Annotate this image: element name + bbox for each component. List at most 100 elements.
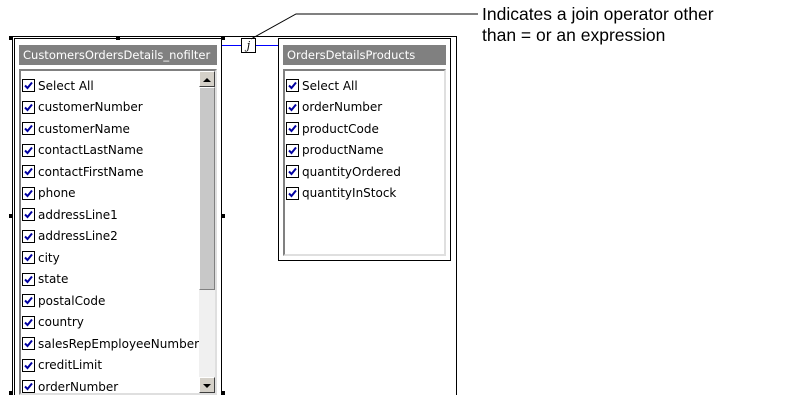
list-item-label: customerName xyxy=(38,121,130,136)
checkbox[interactable] xyxy=(22,358,35,372)
checkbox[interactable] xyxy=(22,229,35,243)
checkmark-icon xyxy=(24,318,33,327)
checkbox[interactable] xyxy=(22,272,35,286)
checkmark-icon xyxy=(24,103,33,112)
list-item-label: addressLine1 xyxy=(38,207,118,222)
left-table-title[interactable]: CustomersOrdersDetails_nofilter xyxy=(19,45,217,65)
list-item-label: productName xyxy=(302,143,384,158)
right-table-items: Select All orderNumber productCode productN… xyxy=(286,75,444,204)
list-item-label: addressLine2 xyxy=(38,229,118,244)
checkmark-icon xyxy=(288,146,297,155)
resize-handle-mid-right[interactable] xyxy=(221,214,225,218)
list-item[interactable]: orderNumber xyxy=(286,97,444,119)
checkbox[interactable] xyxy=(22,100,35,114)
list-item[interactable]: postalCode xyxy=(22,290,215,312)
resize-handle-top-left[interactable] xyxy=(9,36,13,40)
checkbox[interactable] xyxy=(22,315,35,329)
scroll-thumb[interactable] xyxy=(199,87,215,290)
list-item-label: Select All xyxy=(38,78,94,93)
checkmark-icon xyxy=(24,297,33,305)
arrow-up-icon xyxy=(203,78,211,82)
checkbox[interactable] xyxy=(22,251,35,265)
resize-handle-top-mid[interactable] xyxy=(116,36,120,40)
scroll-down-button[interactable] xyxy=(199,377,215,393)
list-item-label: quantityOrdered xyxy=(302,164,401,179)
list-item[interactable]: creditLimit xyxy=(22,355,215,377)
callout-line-1: Indicates a join operator other xyxy=(482,4,714,24)
list-item[interactable]: quantityOrdered xyxy=(286,161,444,183)
right-table[interactable]: OrdersDetailsProducts Select All orderNum… xyxy=(278,38,451,261)
resize-handle-bottom-left[interactable] xyxy=(9,391,13,395)
list-item[interactable]: phone xyxy=(22,183,215,205)
join-line-right xyxy=(256,45,278,46)
checkmark-icon xyxy=(24,275,33,284)
list-item[interactable]: productCode xyxy=(286,118,444,140)
right-table-title[interactable]: OrdersDetailsProducts xyxy=(283,45,446,65)
checkmark-icon xyxy=(288,82,297,90)
arrow-down-icon xyxy=(203,384,211,388)
left-table-list[interactable]: Select All customerNumber customerName cont… xyxy=(19,69,217,395)
list-item[interactable]: quantityInStock xyxy=(286,183,444,205)
list-item-label: creditLimit xyxy=(38,358,103,373)
checkbox[interactable] xyxy=(286,122,299,136)
checkmark-icon xyxy=(24,211,33,219)
join-operator-icon[interactable]: j xyxy=(241,38,256,53)
canvas-frame-right xyxy=(456,36,457,395)
right-table-list[interactable]: Select All orderNumber productCode productN… xyxy=(283,69,446,256)
list-item[interactable]: customerNumber xyxy=(22,97,215,119)
list-item-label: city xyxy=(38,250,60,265)
list-item[interactable]: addressLine1 xyxy=(22,204,215,226)
list-item-label: orderNumber xyxy=(302,100,383,115)
checkbox[interactable] xyxy=(22,208,35,222)
checkmark-icon xyxy=(24,340,33,348)
resize-handle-bottom-right[interactable] xyxy=(221,391,225,395)
checkbox[interactable] xyxy=(286,186,299,200)
list-item[interactable]: state xyxy=(22,269,215,291)
checkmark-icon xyxy=(24,232,33,241)
list-item[interactable]: addressLine2 xyxy=(22,226,215,248)
left-table-scrollbar[interactable] xyxy=(199,71,215,393)
list-item[interactable]: country xyxy=(22,312,215,334)
callout-line-2: than = or an expression xyxy=(482,25,666,45)
checkmark-icon xyxy=(288,125,297,133)
checkmark-icon xyxy=(24,254,33,262)
list-item[interactable]: contactFirstName xyxy=(22,161,215,183)
resize-handle-mid-left[interactable] xyxy=(9,214,13,218)
checkbox[interactable] xyxy=(22,143,35,157)
list-item[interactable]: Select All xyxy=(286,75,444,97)
checkbox[interactable] xyxy=(22,122,35,136)
checkmark-icon xyxy=(24,168,33,176)
checkbox[interactable] xyxy=(286,165,299,179)
list-item-label: postalCode xyxy=(38,293,106,308)
list-item-label: contactLastName xyxy=(38,143,144,158)
checkbox[interactable] xyxy=(22,294,35,308)
list-item[interactable]: Select All xyxy=(22,75,215,97)
list-item[interactable]: city xyxy=(22,247,215,269)
checkbox[interactable] xyxy=(22,380,35,393)
checkmark-icon xyxy=(24,383,33,391)
checkmark-icon xyxy=(288,189,297,198)
checkmark-icon xyxy=(288,103,297,112)
list-item-label: productCode xyxy=(302,121,379,136)
checkmark-icon xyxy=(24,189,33,198)
checkbox[interactable] xyxy=(22,186,35,200)
list-item-label: Select All xyxy=(302,78,358,93)
checkbox[interactable] xyxy=(22,79,35,93)
checkbox[interactable] xyxy=(286,100,299,114)
list-item[interactable]: contactLastName xyxy=(22,140,215,162)
list-item-label: state xyxy=(38,272,69,287)
list-item[interactable]: productName xyxy=(286,140,444,162)
resize-handle-top-right[interactable] xyxy=(221,36,225,40)
checkmark-icon xyxy=(24,146,33,155)
list-item[interactable]: salesRepEmployeeNumber xyxy=(22,333,215,355)
list-item[interactable]: orderNumber xyxy=(22,376,215,393)
list-item-label: phone xyxy=(38,186,76,201)
checkbox[interactable] xyxy=(22,165,35,179)
checkbox[interactable] xyxy=(22,337,35,351)
checkbox[interactable] xyxy=(286,79,299,93)
list-item[interactable]: customerName xyxy=(22,118,215,140)
scroll-up-button[interactable] xyxy=(199,71,215,87)
left-table[interactable]: CustomersOrdersDetails_nofilter Select A… xyxy=(14,38,222,395)
checkbox[interactable] xyxy=(286,143,299,157)
join-line-left xyxy=(222,45,241,46)
